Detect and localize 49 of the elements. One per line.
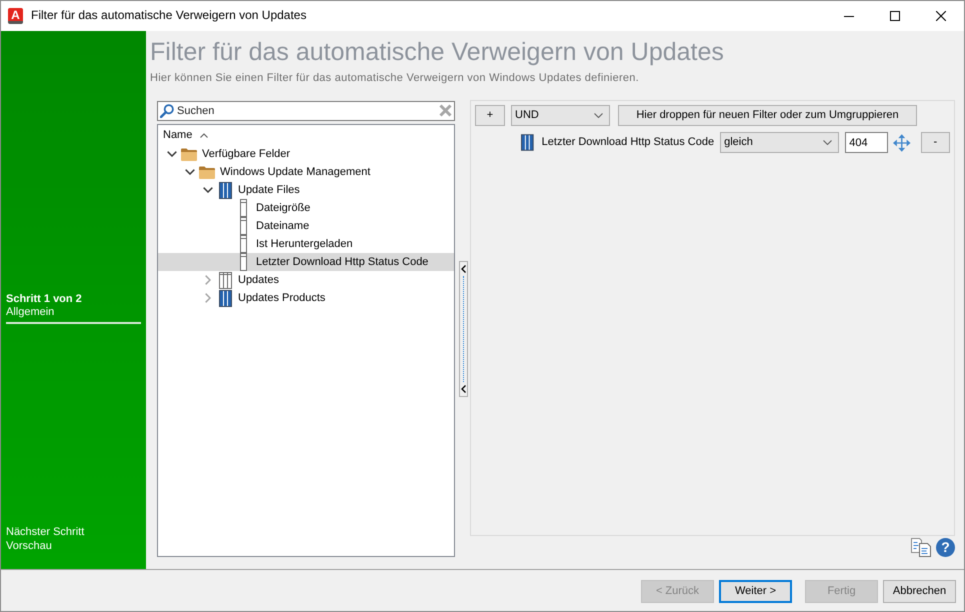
column-header[interactable]: Name — [163, 128, 192, 142]
tree-item[interactable]: Windows Update Management — [158, 163, 454, 181]
wizard-button[interactable]: Weiter > — [719, 580, 792, 603]
add-filter-button[interactable]: + — [475, 105, 505, 126]
remove-condition-button[interactable]: - — [920, 132, 950, 153]
tree-item[interactable]: Updates Products — [158, 289, 454, 307]
tree-item[interactable]: Dateigröße — [158, 199, 454, 217]
table-icon — [218, 290, 232, 306]
step-name: Allgemein — [6, 306, 56, 319]
folder-icon — [181, 148, 197, 160]
comparison-dropdown[interactable]: gleich — [720, 132, 840, 153]
wizard-button[interactable]: Abbrechen — [883, 580, 956, 603]
app-logo: A — [8, 8, 23, 24]
table-icon — [521, 134, 534, 151]
sort-ascending-icon — [200, 132, 208, 138]
table-icon — [218, 272, 232, 288]
help-button[interactable]: ? — [936, 538, 955, 557]
documents-icon[interactable] — [911, 538, 932, 557]
maximize-icon — [890, 11, 900, 21]
move-icon[interactable] — [893, 134, 911, 152]
tree-item[interactable]: Letzter Download Http Status Code — [158, 253, 454, 271]
operator-dropdown[interactable]: UND — [511, 105, 610, 126]
condition-field-label: Letzter Download Http Status Code — [542, 135, 714, 150]
splitter-handle[interactable] — [459, 260, 468, 396]
value-input[interactable]: 404 — [845, 132, 888, 153]
tree-item[interactable]: Update Files — [158, 181, 454, 199]
page-title: Filter für das automatische Verweigern von Updates — [150, 37, 725, 68]
chevron-down-icon[interactable] — [185, 169, 195, 175]
chevron-left-icon — [461, 384, 466, 392]
next-step-label: Nächster Schritt — [6, 525, 86, 539]
caret-icon — [594, 113, 603, 118]
search-icon — [160, 104, 174, 118]
chevron-down-icon[interactable] — [167, 151, 177, 157]
close-icon — [936, 11, 946, 21]
folder-icon — [199, 166, 215, 178]
caret-icon — [823, 140, 832, 145]
drop-zone-button[interactable]: Hier droppen für neuen Filter oder zum Umgruppieren — [618, 105, 917, 126]
table-icon — [218, 182, 232, 198]
window-title: Filter für das automatische Verweigern von Updates — [31, 8, 306, 24]
chevron-left-icon — [461, 264, 466, 272]
tree-item[interactable]: Updates — [158, 271, 454, 289]
page-subtitle: Hier können Sie einen Filter für das automatische Verweigern von Windows Updates definieren. — [150, 71, 640, 85]
chevron-down-icon[interactable] — [203, 187, 213, 193]
tree-item[interactable]: Dateiname — [158, 217, 454, 235]
step-counter: Schritt 1 von 2 — [6, 293, 83, 306]
tree-item[interactable]: Verfügbare Felder — [158, 145, 454, 163]
next-step-name: Vorschau — [6, 539, 53, 553]
search-field[interactable]: Suchen — [157, 101, 455, 121]
tree-item[interactable]: Ist Heruntergeladen — [158, 235, 454, 253]
